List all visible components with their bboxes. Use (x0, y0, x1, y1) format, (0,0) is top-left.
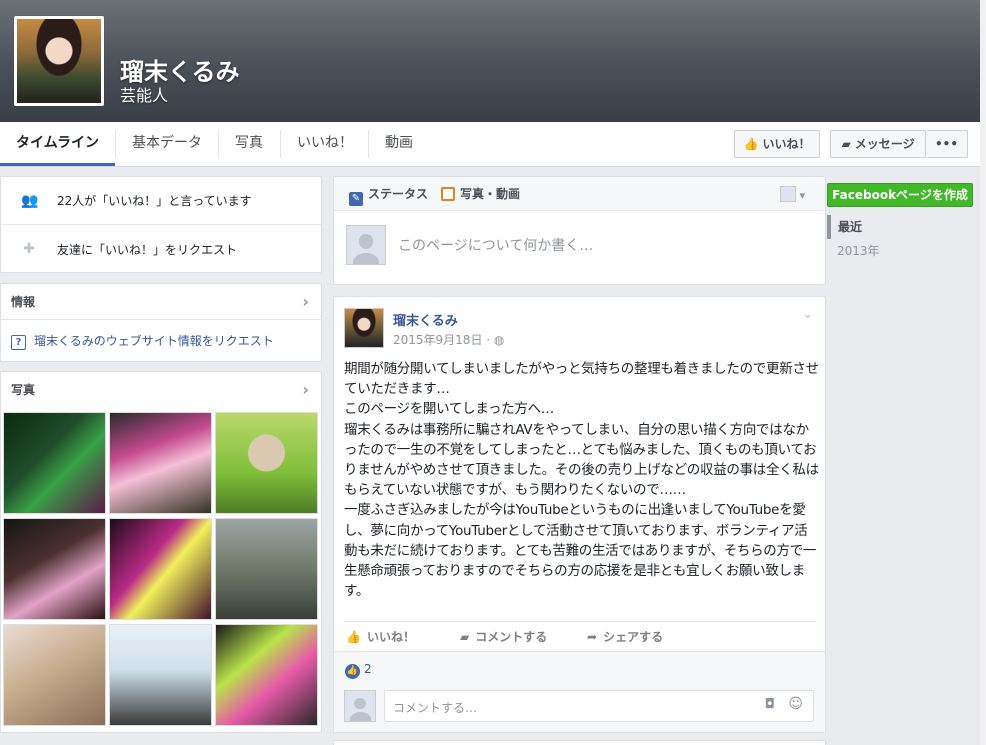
share-action-label: シェアする (603, 630, 664, 644)
post-feedback-area: 👍 2 コメントする… ◘ ☺ (334, 651, 825, 732)
info-title: 情報 (11, 295, 36, 309)
post-date: 2015年9月18日 (393, 333, 483, 347)
chevron-right-icon[interactable]: › (302, 284, 309, 320)
photo-thumbnail[interactable] (3, 412, 106, 514)
like-reaction-icon: 👍 (345, 664, 360, 679)
camera-icon[interactable]: ◘ (765, 697, 775, 712)
likes-card: 👥 22人が「いいね！」と言っています ✚ 友達に「いいね！」をリクエスト (0, 176, 322, 273)
composer-card: ✎ ステータス 写真・動画 ▾ このページについて何か書く… (333, 176, 826, 285)
message-label: メッセージ (854, 137, 915, 151)
chevron-down-icon: ▾ (799, 189, 805, 202)
photo-grid (3, 412, 321, 726)
tab-likes[interactable]: いいね！ (281, 122, 369, 166)
message-icon: ▰ (841, 137, 851, 151)
post-body: 期間が随分開いてしまいましたがやっと気持ちの整理も着きましたので更新させていただ… (344, 359, 819, 601)
info-header[interactable]: 情報 › (1, 284, 321, 320)
page-avatar-icon (779, 186, 796, 202)
photo-thumbnail[interactable] (215, 624, 318, 726)
website-request-text: 瑠末くるみのウェブサイト情報をリクエスト (34, 334, 274, 348)
like-action-button[interactable]: 👍 いいね！ (346, 628, 415, 645)
comment-placeholder: コメントする… (393, 701, 478, 715)
post-paragraph: 瑠末くるみは事務所に騙されAVをやってしまい、自分の思い描く方向ではなかったので… (344, 421, 819, 499)
chevron-right-icon[interactable]: › (302, 372, 309, 408)
post-actions: 👍 いいね！ ▰ コメントする ➦ シェアする (344, 621, 816, 651)
comment-icon: ▰ (460, 630, 470, 644)
photo-thumbnail[interactable] (109, 412, 212, 514)
emoji-icon[interactable]: ☺ (788, 696, 803, 712)
post-timestamp[interactable]: 2015年9月18日 · ◍ (393, 331, 504, 348)
post-paragraph: 期間が随分開いてしまいましたがやっと気持ちの整理も着きましたので更新させていただ… (344, 361, 819, 398)
question-icon: ? (11, 335, 26, 350)
post-options-chevron-icon[interactable]: ⌄ (802, 307, 813, 322)
website-request-link[interactable]: ? 瑠末くるみのウェブサイト情報をリクエスト (11, 332, 274, 350)
photo-thumbnail[interactable] (3, 518, 106, 620)
like-count-value: 2 (364, 662, 372, 676)
profile-photo (17, 19, 101, 103)
thumbs-up-icon: 👍 (743, 137, 759, 151)
year-item-recent[interactable]: 最近 (827, 215, 977, 239)
create-page-button[interactable]: Facebookページを作成 (827, 183, 973, 207)
invite-friends-text: 友達に「いいね！」をリクエスト (57, 242, 238, 257)
people-icon: 👥 (21, 192, 39, 209)
more-button[interactable]: ••• (926, 130, 968, 158)
timeline-year-nav: 最近 2013年 (827, 215, 977, 263)
photos-header[interactable]: 写真 › (1, 372, 321, 408)
comment-action-label: コメントする (475, 630, 548, 644)
page-category: 芸能人 (120, 86, 169, 105)
like-page-button[interactable]: 👍 いいね！ (734, 130, 820, 158)
post-author-name[interactable]: 瑠末くるみ (393, 310, 458, 329)
tab-timeline[interactable]: タイムライン (0, 122, 116, 166)
thumbs-up-icon: 👍 (346, 630, 361, 644)
pencil-icon: ✎ (349, 192, 363, 206)
likes-count-text: 22人が「いいね！」と言っています (57, 194, 252, 208)
photo-thumbnail[interactable] (3, 624, 106, 726)
post-paragraph: このページを開いてしまった方へ… (344, 401, 554, 418)
likes-row[interactable]: 👥 22人が「いいね！」と言っています (1, 177, 321, 225)
photo-thumbnail[interactable] (215, 412, 318, 514)
share-action-button[interactable]: ➦ シェアする (587, 628, 663, 645)
photo-thumbnail[interactable] (109, 518, 212, 620)
page-nav-bar: タイムライン 基本データ 写真 いいね！ 動画 👍 いいね！ ▰ メッセージ ••• (0, 122, 980, 167)
invite-friends-row[interactable]: ✚ 友達に「いいね！」をリクエスト (1, 225, 321, 273)
tab-about[interactable]: 基本データ (116, 122, 218, 166)
comment-input[interactable]: コメントする… ◘ ☺ (384, 690, 814, 722)
scrollbar[interactable] (980, 0, 986, 745)
composer-tab-photo[interactable]: 写真・動画 (441, 177, 520, 211)
info-card: 情報 › ? 瑠末くるみのウェブサイト情報をリクエスト (0, 283, 322, 362)
status-tab-label: ステータス (368, 187, 429, 201)
composer-tab-status[interactable]: ✎ ステータス (349, 177, 428, 211)
post-paragraph: 一度ふさぎ込みましたが今はYouTubeというものに出逢いましてYouTubeを… (344, 502, 817, 600)
post-author-avatar[interactable] (344, 308, 384, 348)
year-item-2013[interactable]: 2013年 (827, 239, 977, 263)
photos-title: 写真 (11, 383, 36, 397)
next-post-card (333, 740, 826, 745)
page-selector-dropdown[interactable]: ▾ (779, 186, 805, 202)
profile-picture[interactable] (14, 16, 104, 106)
composer-tabs: ✎ ステータス 写真・動画 ▾ (334, 177, 825, 211)
tab-photos[interactable]: 写真 (219, 122, 279, 166)
share-icon: ➦ (587, 630, 598, 644)
add-person-icon: ✚ (23, 241, 35, 257)
like-count[interactable]: 👍 2 (345, 662, 372, 679)
composer-input[interactable]: このページについて何か書く… (398, 235, 593, 255)
composer-avatar (346, 225, 386, 265)
commenter-avatar (344, 690, 376, 722)
message-button[interactable]: ▰ メッセージ (830, 130, 926, 158)
photo-thumbnail[interactable] (109, 624, 212, 726)
like-action-label: いいね！ (366, 630, 415, 644)
post-card: 瑠末くるみ 2015年9月18日 · ◍ ⌄ 期間が随分開いてしまいましたがやっ… (333, 296, 826, 733)
globe-icon: ◍ (493, 333, 505, 347)
tab-videos[interactable]: 動画 (369, 122, 429, 166)
comment-action-button[interactable]: ▰ コメントする (460, 628, 547, 645)
photo-thumbnail[interactable] (215, 518, 318, 620)
like-page-label: いいね！ (762, 137, 811, 151)
photo-tab-label: 写真・動画 (460, 187, 521, 201)
camera-icon (441, 187, 455, 201)
photos-card: 写真 › (0, 371, 322, 733)
